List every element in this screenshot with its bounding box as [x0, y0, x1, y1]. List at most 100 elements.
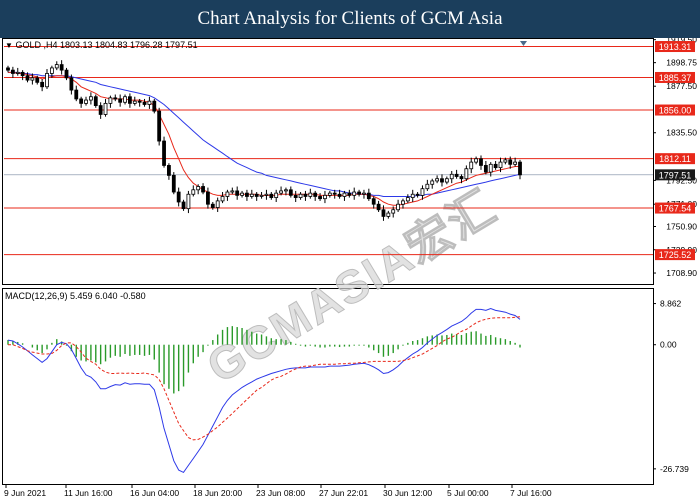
- candle-body: [201, 186, 205, 193]
- chart-shift-marker-icon[interactable]: [520, 41, 527, 46]
- candle-body: [40, 81, 45, 88]
- candle-body: [225, 191, 230, 197]
- candle-body: [284, 189, 288, 192]
- candle-body: [167, 165, 171, 176]
- price-tick-label: 1708.90: [666, 268, 697, 278]
- x-tick-label: 16 Jun 04:00: [130, 488, 179, 498]
- candle-body: [245, 192, 249, 197]
- candle-body: [74, 89, 79, 100]
- x-tick-label: 7 Jul 16:00: [510, 488, 552, 498]
- x-tick-label: 5 Jul 00:00: [447, 488, 489, 498]
- candle-body: [405, 197, 410, 202]
- candle-body: [162, 140, 166, 166]
- candle-body: [425, 183, 430, 190]
- watermark-text: GCMASIA宏汇: [198, 180, 505, 393]
- candle-body: [488, 163, 493, 173]
- candle-body: [396, 203, 400, 211]
- level-price-tag: 1885.37: [659, 73, 692, 83]
- candle-body: [93, 96, 98, 106]
- level-price-tag: 1856.00: [659, 106, 692, 116]
- candle-body: [142, 101, 147, 105]
- candle-body: [386, 212, 391, 217]
- candle-body: [254, 193, 259, 197]
- candle-body: [493, 163, 498, 169]
- price-tick-label: 1898.75: [666, 58, 697, 68]
- candle-body: [15, 71, 20, 74]
- candle-body: [435, 178, 440, 182]
- candle-body: [449, 173, 454, 180]
- level-price-tag: 1767.54: [659, 204, 692, 214]
- candle-body: [337, 193, 342, 197]
- candle-body: [240, 192, 244, 196]
- candle-body: [30, 77, 35, 81]
- candle-body: [410, 193, 415, 198]
- candle-body: [303, 193, 308, 197]
- candle-body: [176, 191, 181, 203]
- candle-body: [118, 98, 123, 103]
- ma-fast-line: [8, 71, 520, 206]
- candle-body: [210, 203, 215, 208]
- level-price-tag: 1812.11: [659, 154, 691, 164]
- candle-body: [215, 200, 220, 208]
- chart-header-title: Chart Analysis for Clients of GCM Asia: [0, 0, 700, 38]
- candle-body: [415, 193, 420, 196]
- candle-body: [327, 192, 332, 196]
- price-chart[interactable]: GCMASIA宏汇 1919.501898.751877.501835.5017…: [0, 38, 700, 500]
- candle-body: [498, 161, 503, 169]
- candle-body: [79, 98, 84, 104]
- candle-body: [220, 196, 225, 202]
- current-price-tag: 1797.51: [659, 170, 692, 180]
- candle-body: [293, 194, 298, 198]
- candle-body: [186, 193, 191, 210]
- candle-body: [342, 192, 347, 197]
- candle-body: [391, 209, 396, 214]
- candle-body: [157, 110, 162, 142]
- level-price-tag: 1725.52: [659, 250, 692, 260]
- dropdown-icon[interactable]: ▼: [5, 41, 13, 50]
- candle-body: [206, 191, 210, 205]
- candle-body: [59, 64, 64, 71]
- candle-body: [181, 201, 186, 210]
- price-pane-frame: [2, 38, 654, 285]
- candle-body: [69, 77, 74, 91]
- x-tick-label: 11 Jun 16:00: [64, 488, 113, 498]
- candle-body: [518, 161, 522, 176]
- candle-body: [459, 176, 464, 180]
- macd-info-text: MACD(12,26,9) 5.459 6.040 -0.580: [5, 291, 146, 301]
- candle-body: [347, 192, 352, 196]
- price-tick-label: 1835.50: [666, 128, 697, 138]
- price-tick-label: 1750.90: [666, 221, 697, 231]
- candle-body: [469, 161, 474, 170]
- macd-tick-label: 0.00: [660, 340, 677, 350]
- candle-body: [196, 186, 201, 191]
- candle-body: [113, 97, 118, 100]
- candle-body: [84, 99, 88, 104]
- x-tick-label: 23 Jun 08:00: [256, 488, 305, 498]
- candle-body: [464, 168, 469, 180]
- candle-body: [318, 196, 322, 200]
- candle-body: [362, 192, 366, 195]
- candle-body: [274, 192, 279, 198]
- candle-body: [440, 178, 444, 183]
- candle-body: [264, 193, 269, 196]
- candle-body: [401, 200, 405, 205]
- candle-body: [332, 192, 337, 195]
- candle-body: [191, 189, 196, 195]
- candle-body: [454, 173, 459, 177]
- candle-body: [10, 69, 15, 74]
- candle-body: [45, 73, 49, 88]
- candle-body: [376, 203, 381, 211]
- candle-body: [259, 194, 264, 197]
- candle-body: [357, 191, 361, 195]
- x-tick-label: 9 Jun 2021: [4, 488, 46, 498]
- macd-tick-label: -26.739: [660, 464, 689, 474]
- candle-body: [88, 96, 93, 101]
- candle-body: [25, 75, 30, 81]
- candle-body: [64, 69, 69, 79]
- candle-body: [49, 67, 54, 74]
- candle-body: [371, 198, 376, 205]
- candle-body: [503, 159, 508, 163]
- ma-slow-line: [8, 71, 521, 197]
- candle-body: [483, 165, 488, 173]
- macd-tick-label: 8.862: [660, 299, 682, 309]
